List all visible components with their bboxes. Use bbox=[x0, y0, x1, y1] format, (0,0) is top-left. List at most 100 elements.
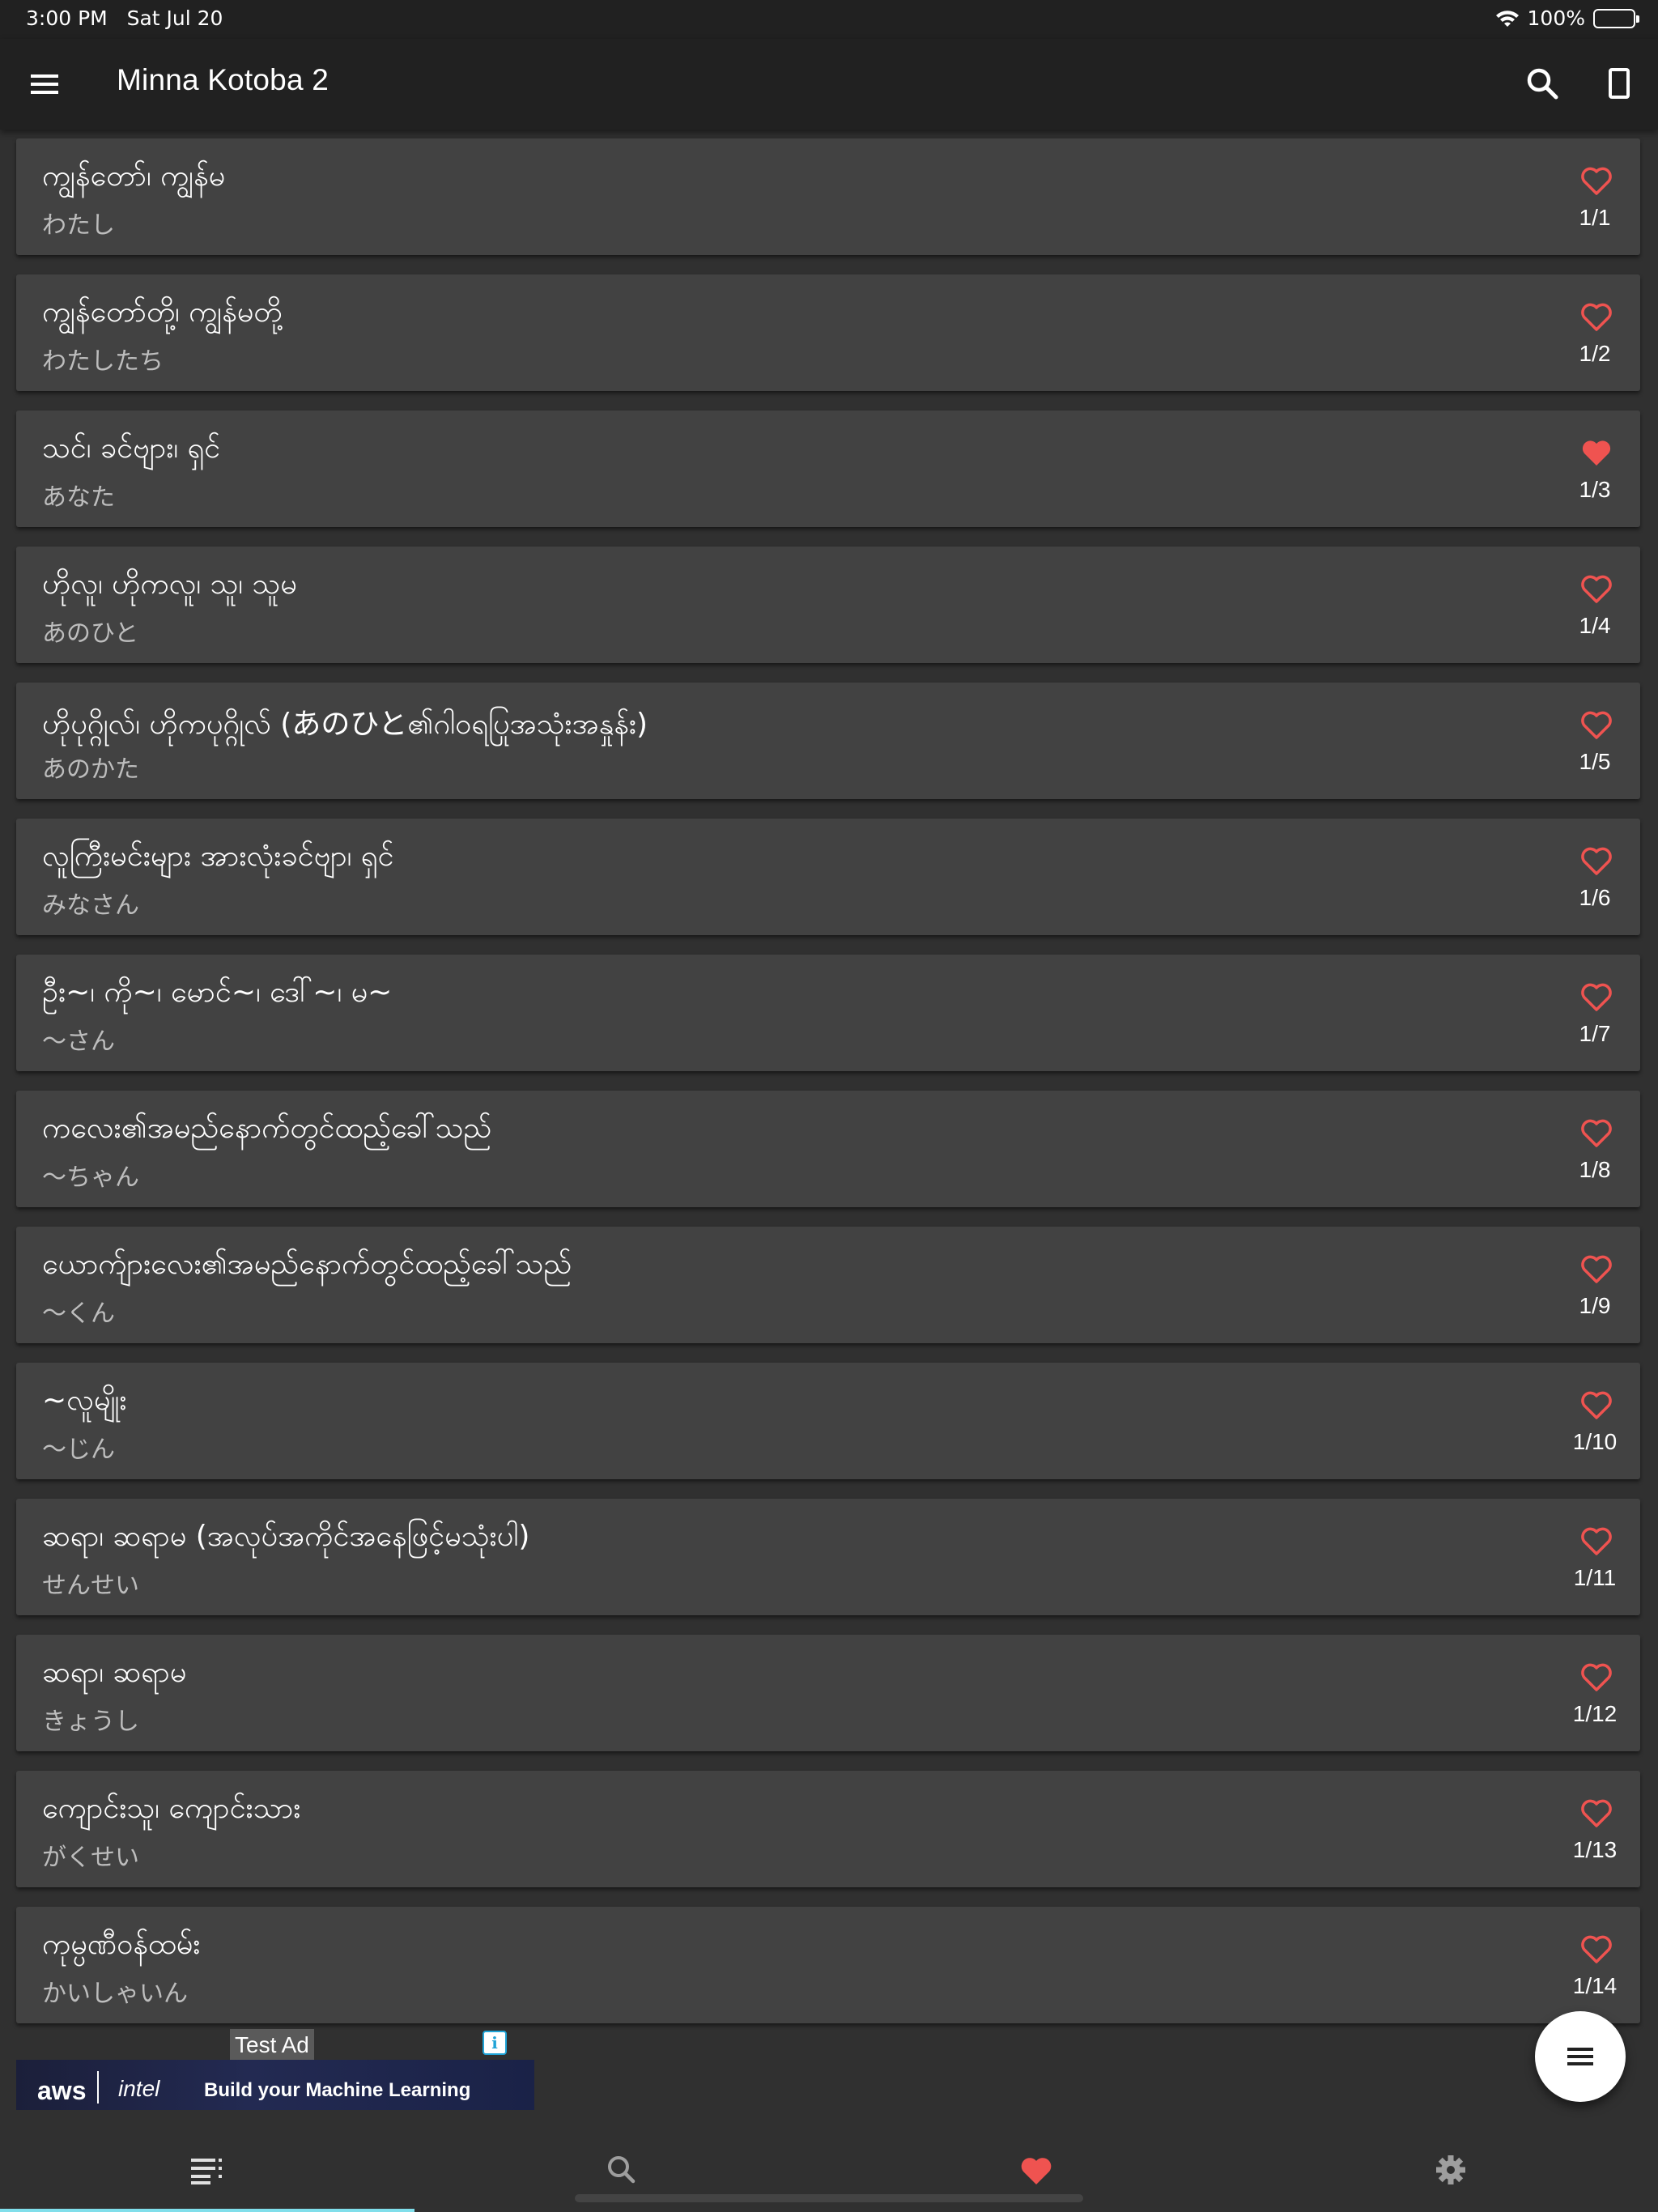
tablet-icon[interactable] bbox=[1603, 63, 1635, 105]
vocab-card[interactable]: ဦး~၊ ကို~၊ မောင်~၊ ဒေါ်~၊ မ~ ～さん 1/7 bbox=[16, 955, 1640, 1071]
search-icon bbox=[608, 2156, 636, 2184]
tab-settings[interactable] bbox=[1244, 2125, 1658, 2212]
vocab-number: 1/3 bbox=[1579, 477, 1611, 502]
vocab-number: 1/4 bbox=[1579, 613, 1611, 638]
list-icon bbox=[191, 2159, 222, 2184]
active-tab-indicator bbox=[0, 2209, 414, 2212]
vocab-number: 1/1 bbox=[1579, 205, 1611, 230]
vocab-word: ဦး~၊ ကို~၊ မောင်~၊ ဒေါ်~၊ မ~ bbox=[42, 976, 393, 1009]
ad-headline: Build your Machine Learning bbox=[204, 2079, 471, 2101]
vocab-word: ဟိုပုဂ္ဂိုလ်၊ ဟိုကပုဂ္ဂိုလ် (あのひと၏ဂါဝရပြ… bbox=[42, 708, 648, 741]
vocab-number: 1/11 bbox=[1573, 1565, 1617, 1590]
vocab-number: 1/5 bbox=[1579, 749, 1611, 774]
vocab-card[interactable]: ကျောင်းသူ၊ ကျောင်းသား がくせい 1/13 bbox=[16, 1771, 1640, 1887]
vocab-number: 1/6 bbox=[1579, 885, 1611, 910]
vocab-reading: みなさん bbox=[42, 891, 139, 920]
status-clock: 3:00 PM bbox=[26, 6, 108, 30]
vocab-word: ယောက်ျားလေး၏အမည်နောက်တွင်ထည့်ခေါ်သည် bbox=[42, 1248, 572, 1281]
vocab-card[interactable]: ~လူမျိုး ～じん 1/10 bbox=[16, 1363, 1640, 1479]
vocab-card[interactable]: လူကြီးမင်းများ အားလုံးခင်ဗျာ၊ ရှင် みなさん 1/… bbox=[16, 819, 1640, 935]
vocab-word: လူကြီးမင်းများ အားလုံးခင်ဗျာ၊ ရှင် bbox=[42, 840, 394, 873]
heart-outline-icon[interactable] bbox=[1579, 1389, 1614, 1421]
page-title: Minna Kotoba 2 bbox=[117, 63, 329, 96]
heart-filled-icon[interactable] bbox=[1579, 436, 1614, 469]
vocab-reading: ～くん bbox=[42, 1300, 115, 1328]
vocab-number: 1/14 bbox=[1572, 1973, 1618, 1998]
vocab-card[interactable]: ဆရာ၊ ဆရာမ (အလုပ်အကိုင်အနေဖြင့်မသုံးပါ) せん… bbox=[16, 1499, 1640, 1615]
heart-outline-icon[interactable] bbox=[1579, 1933, 1614, 1965]
vocab-number: 1/8 bbox=[1579, 1157, 1611, 1182]
vocab-card[interactable]: ကလေး၏အမည်နောက်တွင်ထည့်ခေါ်သည် ～ちゃん 1/8 bbox=[16, 1091, 1640, 1207]
vocab-word: ကျောင်းသူ၊ ကျောင်းသား bbox=[42, 1792, 301, 1825]
vocab-word: ကျွန်တော်၊ ကျွန်မ bbox=[42, 160, 226, 193]
vocab-card[interactable]: ကျွန်တော်တို့၊ ကျွန်မတို့ わたしたち 1/2 bbox=[16, 274, 1640, 391]
status-date: Sat Jul 20 bbox=[126, 6, 223, 30]
vocab-word: ကျွန်တော်တို့၊ ကျွန်မတို့ bbox=[42, 296, 283, 329]
vocab-reading: わたし bbox=[42, 211, 115, 240]
vocab-word: ဟိုလူ၊ ဟိုကလူ၊ သူ၊ သူမ bbox=[42, 568, 297, 601]
heart-outline-icon[interactable] bbox=[1579, 708, 1614, 741]
heart-outline-icon[interactable] bbox=[1579, 300, 1614, 333]
vocab-reading: がくせい bbox=[42, 1844, 139, 1872]
battery-icon bbox=[1593, 8, 1639, 28]
vocab-reading: わたしたち bbox=[42, 347, 164, 376]
heart-outline-icon[interactable] bbox=[1579, 164, 1614, 197]
heart-outline-icon[interactable] bbox=[1579, 844, 1614, 877]
vocab-reading: ～ちゃん bbox=[42, 1163, 139, 1192]
vocab-number: 1/7 bbox=[1579, 1021, 1611, 1046]
heart-outline-icon[interactable] bbox=[1579, 1525, 1614, 1557]
vocab-number: 1/12 bbox=[1572, 1701, 1618, 1726]
menu-icon bbox=[1567, 2048, 1593, 2065]
vocab-word: သင်၊ ခင်ဗျား၊ ရှင် bbox=[42, 432, 221, 465]
ad-brand-intel: intel bbox=[118, 2076, 160, 2101]
vocab-reading: ～じん bbox=[42, 1436, 115, 1464]
vocab-word: ဆရာ၊ ဆရာမ (အလုပ်အကိုင်အနေဖြင့်မသုံးပါ) bbox=[42, 1520, 530, 1553]
wifi-icon bbox=[1495, 10, 1519, 27]
battery-percent: 100% bbox=[1527, 6, 1585, 30]
vocab-reading: ～さん bbox=[42, 1027, 115, 1056]
vocab-reading: あのかた bbox=[42, 755, 139, 784]
vocab-card[interactable]: ဟိုလူ၊ ဟိုကလူ၊ သူ၊ သူမ あのひと 1/4 bbox=[16, 547, 1640, 663]
vocab-number: 1/9 bbox=[1579, 1293, 1611, 1318]
vocab-number: 1/10 bbox=[1572, 1429, 1618, 1454]
status-time: 3:00 PM Sat Jul 20 bbox=[26, 6, 223, 30]
vocab-card[interactable]: ဟိုပုဂ္ဂိုလ်၊ ဟိုကပုဂ္ဂိုလ် (あのひと၏ဂါဝရပြ… bbox=[16, 683, 1640, 799]
heart-outline-icon[interactable] bbox=[1579, 1253, 1614, 1285]
ad-info-icon[interactable]: i bbox=[483, 2031, 507, 2055]
vocab-word: ဆရာ၊ ဆရာမ bbox=[42, 1656, 187, 1689]
vocab-word: ~လူမျိုး bbox=[42, 1384, 127, 1417]
vocab-reading: きょうし bbox=[42, 1708, 139, 1736]
ad-banner[interactable]: aws intel Build your Machine Learning bbox=[16, 2060, 534, 2110]
menu-icon[interactable] bbox=[24, 66, 65, 102]
vocab-reading: あのひと bbox=[42, 619, 139, 648]
vocab-card[interactable]: သင်၊ ခင်ဗျား၊ ရှင် あなた 1/3 bbox=[16, 410, 1640, 527]
ad-divider bbox=[97, 2071, 99, 2104]
heart-outline-icon[interactable] bbox=[1579, 981, 1614, 1013]
vocab-card[interactable]: ယောက်ျားလေး၏အမည်နောက်တွင်ထည့်ခေါ်သည် ～くん 1… bbox=[16, 1227, 1640, 1343]
heart-outline-icon[interactable] bbox=[1579, 1797, 1614, 1829]
vocab-reading: あなた bbox=[42, 483, 115, 512]
vocab-reading: かいしゃいん bbox=[42, 1980, 188, 2008]
vocab-card[interactable]: ကျွန်တော်၊ ကျွန်မ わたし 1/1 bbox=[16, 138, 1640, 255]
app-bar: Minna Kotoba 2 bbox=[0, 39, 1658, 130]
vocab-reading: せんせい bbox=[42, 1572, 139, 1600]
status-right: 100% bbox=[1495, 6, 1639, 30]
vocab-card[interactable]: ကုမ္ပဏီဝန်ထမ်း かいしゃいん 1/14 bbox=[16, 1907, 1640, 2023]
heart-outline-icon[interactable] bbox=[1579, 1117, 1614, 1149]
settings-icon bbox=[1436, 2155, 1465, 2184]
vocab-word: ကုမ္ပဏီဝန်ထမ်း bbox=[42, 1928, 201, 1961]
heart-outline-icon[interactable] bbox=[1579, 1661, 1614, 1693]
heart-icon bbox=[1021, 2158, 1052, 2184]
ad-brand-aws: aws bbox=[37, 2076, 87, 2105]
tab-list[interactable] bbox=[0, 2125, 414, 2212]
menu-fab-button[interactable] bbox=[1535, 2011, 1626, 2102]
ad-label: Test Ad bbox=[230, 2029, 314, 2061]
vocab-word: ကလေး၏အမည်နောက်တွင်ထည့်ခေါ်သည် bbox=[42, 1112, 492, 1145]
heart-outline-icon[interactable] bbox=[1579, 572, 1614, 605]
home-indicator bbox=[575, 2194, 1083, 2202]
search-icon[interactable] bbox=[1522, 63, 1564, 105]
status-bar: 3:00 PM Sat Jul 20 100% bbox=[0, 0, 1658, 39]
vocab-number: 1/2 bbox=[1579, 341, 1611, 366]
vocab-number: 1/13 bbox=[1572, 1837, 1618, 1862]
vocab-card[interactable]: ဆရာ၊ ဆရာမ きょうし 1/12 bbox=[16, 1635, 1640, 1751]
